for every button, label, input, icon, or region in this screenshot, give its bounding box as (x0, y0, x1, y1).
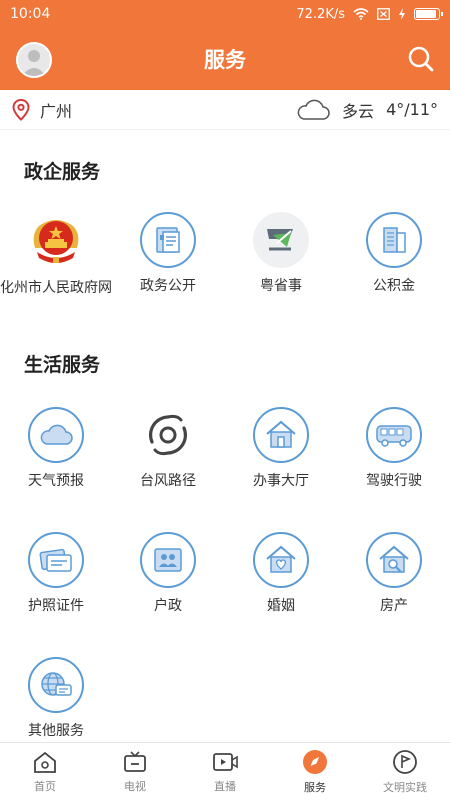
service-item-label: 驾驶行驶 (366, 473, 422, 489)
service-item-household[interactable]: 户政 (112, 532, 224, 615)
weather-temperature: 4°/11° (386, 100, 438, 119)
search-icon[interactable] (406, 44, 436, 74)
avatar-icon[interactable] (16, 42, 52, 78)
tab-tv[interactable]: 电视 (90, 743, 180, 800)
weather-condition[interactable]: 多云 4°/11° (296, 98, 438, 122)
service-item-housing-fund[interactable]: 公积金 (338, 212, 450, 295)
marriage-icon (253, 532, 309, 588)
status-right: 72.2K/s (296, 6, 443, 22)
app-header: 服务 (0, 28, 450, 90)
sim-icon (377, 8, 390, 20)
yueshengshi-logo-icon (253, 212, 309, 268)
housing-fund-icon (366, 212, 422, 268)
tab-label: 直播 (214, 779, 236, 793)
compass-icon (303, 749, 327, 774)
home-icon (34, 751, 56, 773)
battery-icon (414, 8, 443, 20)
cloud-icon (28, 407, 84, 463)
tab-label: 文明实践 (383, 780, 427, 794)
service-item-label: 户政 (154, 598, 182, 614)
live-icon (213, 752, 238, 771)
service-item-driving[interactable]: 驾驶行驶 (338, 407, 450, 490)
service-item-marriage[interactable]: 婚姻 (225, 532, 337, 615)
tab-label: 首页 (34, 779, 56, 793)
status-bar: 10:04 72.2K/s (0, 0, 450, 28)
passport-icon (28, 532, 84, 588)
charging-icon (399, 8, 405, 20)
tab-civilization[interactable]: 文明实践 (360, 743, 450, 800)
household-icon (140, 532, 196, 588)
service-item-label: 婚姻 (267, 598, 295, 614)
service-item-gov-website[interactable]: 化州市人民政府网 (0, 212, 112, 297)
gov-section-title: 政企服务 (24, 161, 101, 183)
service-item-label: 粤省事 (260, 278, 302, 294)
weather-bar: 广州 多云 4°/11° (0, 90, 450, 130)
national-emblem-icon (27, 212, 85, 270)
service-item-label: 台风路径 (140, 473, 196, 489)
service-item-label: 房产 (380, 598, 408, 614)
service-item-yueshengshi[interactable]: 粤省事 (225, 212, 337, 295)
service-item-label: 办事大厅 (253, 473, 309, 489)
typhoon-icon (140, 407, 196, 463)
status-time: 10:04 (10, 6, 51, 22)
globe-chat-icon (28, 657, 84, 713)
bus-icon (366, 407, 422, 463)
property-icon (366, 532, 422, 588)
bottom-tab-bar: 首页 电视 直播 服务 文明实践 (0, 742, 450, 800)
tab-home[interactable]: 首页 (0, 743, 90, 800)
service-item-label: 化州市人民政府网 (0, 280, 112, 296)
weather-text: 多云 (342, 101, 375, 121)
life-section-title: 生活服务 (24, 354, 101, 376)
location-name: 广州 (40, 101, 73, 121)
service-item-label: 其他服务 (28, 723, 84, 739)
document-icon (140, 212, 196, 268)
service-item-property[interactable]: 房产 (338, 532, 450, 615)
tab-label: 电视 (124, 779, 146, 793)
service-item-hall[interactable]: 办事大厅 (225, 407, 337, 490)
battery-level (416, 10, 436, 18)
hall-icon (253, 407, 309, 463)
tab-label: 服务 (304, 780, 326, 794)
service-item-weather[interactable]: 天气预报 (0, 407, 112, 490)
service-item-passport[interactable]: 护照证件 (0, 532, 112, 615)
cloud-weather-icon (297, 99, 330, 120)
service-item-typhoon[interactable]: 台风路径 (112, 407, 224, 490)
tab-service[interactable]: 服务 (270, 743, 360, 800)
page-title: 服务 (204, 48, 246, 72)
service-item-label: 公积金 (373, 278, 415, 294)
service-item-label: 护照证件 (28, 598, 84, 614)
tv-icon (124, 750, 146, 772)
location[interactable]: 广州 (12, 98, 296, 122)
service-item-label: 政务公开 (140, 278, 196, 294)
service-item-label: 天气预报 (28, 473, 84, 489)
tab-live[interactable]: 直播 (180, 743, 270, 800)
net-speed: 72.2K/s (296, 6, 345, 22)
service-item-gov-affairs[interactable]: 政务公开 (112, 212, 224, 295)
service-item-other[interactable]: 其他服务 (0, 657, 112, 740)
location-pin-icon (12, 98, 30, 121)
wifi-icon (353, 8, 369, 20)
flag-icon (393, 749, 417, 774)
